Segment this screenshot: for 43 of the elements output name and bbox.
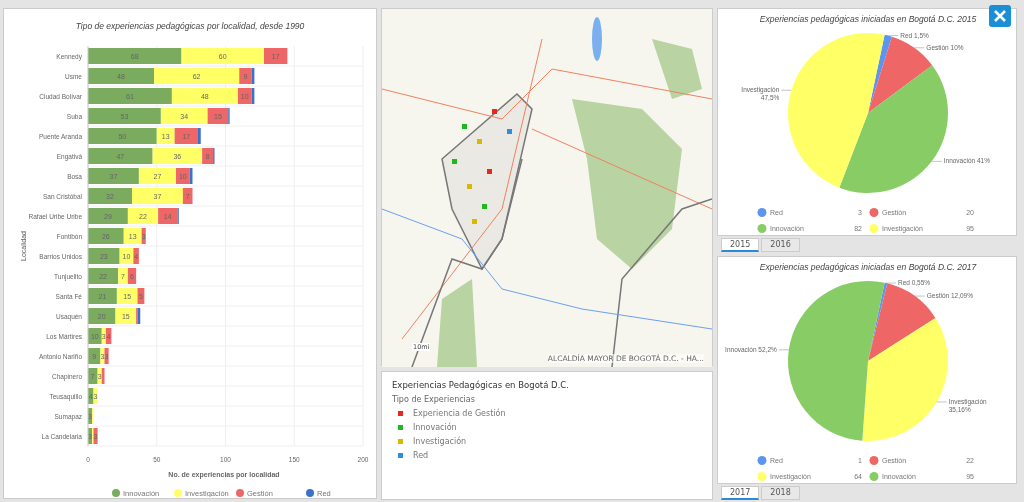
bar-segment <box>88 68 154 84</box>
chart-title: Tipo de experiencias pedagógicas por localidad, desde 1990 <box>75 21 305 31</box>
bar-segment <box>88 208 128 224</box>
leader-line <box>780 89 792 91</box>
close-icon <box>994 10 1006 22</box>
leader-line <box>914 295 926 297</box>
year-tab[interactable]: 2015 <box>721 238 760 252</box>
year-tab[interactable]: 2018 <box>761 486 800 500</box>
legend-dot <box>757 456 767 465</box>
leader-line <box>885 282 897 284</box>
leader-line <box>936 401 948 403</box>
bar-segment <box>127 268 137 284</box>
legend-dot <box>757 208 767 217</box>
legend-label: Investigación <box>413 437 467 446</box>
year-tab[interactable]: 2017 <box>721 486 760 500</box>
legend-label: Innovación <box>413 423 457 432</box>
bar-segment <box>88 188 132 204</box>
legend-dot <box>869 208 879 217</box>
legend-title: Experiencias Pedagógicas en Bogotá D.C. <box>392 380 570 390</box>
legend-label: Experiencia de Gestión <box>413 409 506 418</box>
bar-segment <box>88 288 117 304</box>
leader-line <box>931 161 943 162</box>
legend-dot <box>757 472 767 481</box>
legend-dot <box>869 224 879 233</box>
legend-subtitle: Tipo de Experiencias <box>392 395 476 404</box>
leader-line <box>778 349 790 351</box>
legend-dot <box>757 224 767 233</box>
bar-segment <box>88 168 139 184</box>
bar-segment <box>88 308 116 324</box>
year-tab[interactable]: 2016 <box>761 238 800 252</box>
close-button[interactable] <box>989 5 1011 27</box>
legend-dot <box>869 472 879 481</box>
chart-title: Experiencias pedagógicas iniciadas en Bogotá D.C. 2017 <box>759 262 977 272</box>
legend-label: Red <box>413 451 429 460</box>
bar-segment <box>88 148 153 164</box>
legend-dot <box>306 489 314 497</box>
legend-dot <box>236 489 244 497</box>
legend-dot <box>174 489 182 497</box>
legend-dot <box>869 456 879 465</box>
legend-dot <box>112 489 120 497</box>
leader-line <box>887 35 899 36</box>
chart-title: Experiencias pedagógicas iniciadas en Bogotá D.C. 2015 <box>759 14 977 24</box>
leader-line <box>914 47 925 49</box>
